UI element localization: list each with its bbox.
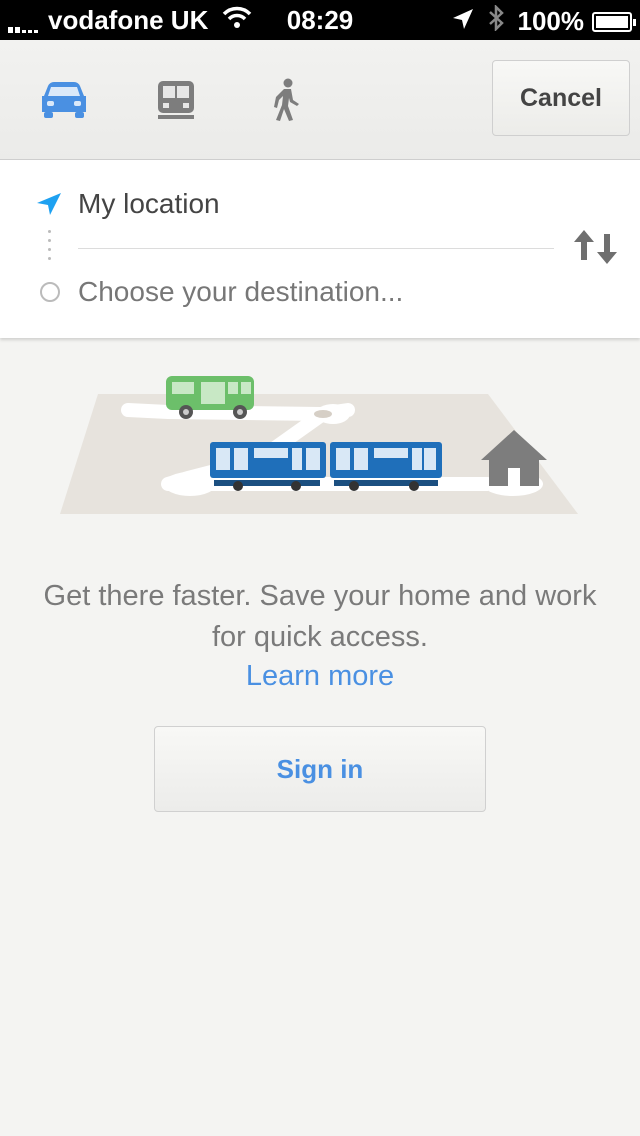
walking-person-icon <box>271 78 301 127</box>
train-car-icon <box>330 442 442 491</box>
route-connector-dots <box>48 230 52 266</box>
field-divider <box>78 248 554 249</box>
battery-icon <box>592 11 636 32</box>
bluetooth-icon <box>488 3 504 38</box>
route-input-panel: My location Choose your destination... <box>0 160 640 338</box>
save-places-message: Get there faster. Save your home and wor… <box>43 580 597 653</box>
origin-field[interactable]: My location <box>78 188 220 220</box>
train-car-icon <box>210 442 326 491</box>
swap-directions-icon[interactable] <box>572 228 620 271</box>
mode-transit-button[interactable] <box>146 72 206 132</box>
mode-walking-button[interactable] <box>256 72 316 132</box>
battery-percentage: 100% <box>517 6 585 36</box>
transit-illustration <box>58 368 582 528</box>
cancel-button[interactable]: Cancel <box>492 60 630 136</box>
my-location-arrow-icon <box>36 192 62 221</box>
train-icon <box>156 79 196 126</box>
sign-in-button[interactable]: Sign in <box>154 726 486 812</box>
mode-driving-button[interactable] <box>34 72 94 132</box>
destination-field[interactable]: Choose your destination... <box>78 276 403 308</box>
travel-mode-bar: Cancel <box>0 40 640 160</box>
status-right: 100% <box>452 3 636 38</box>
destination-circle-icon <box>40 282 60 302</box>
location-services-icon <box>452 6 474 37</box>
status-bar: vodafone UK 08:29 100% <box>0 0 640 40</box>
car-icon <box>40 80 88 125</box>
learn-more-link[interactable]: Learn more <box>0 660 640 693</box>
